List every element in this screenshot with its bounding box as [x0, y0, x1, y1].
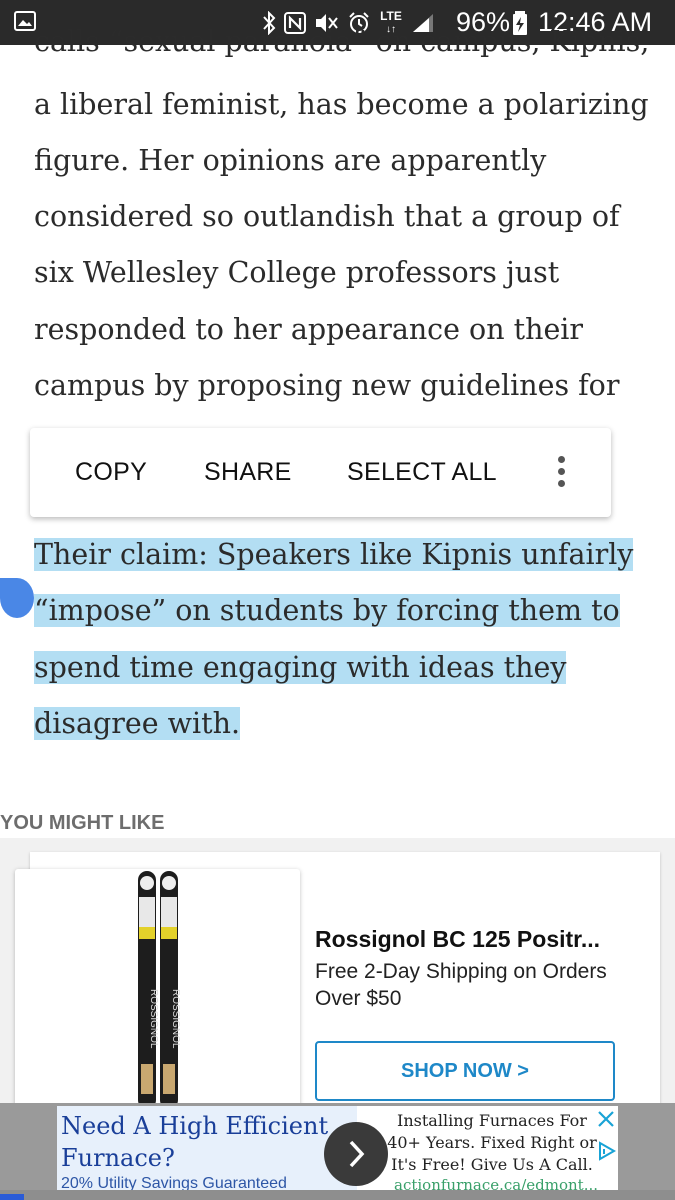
share-button[interactable]: SHARE	[204, 458, 292, 487]
lte-label: LTE	[380, 9, 402, 23]
ski-brand-text: ROSSIGNOL	[148, 989, 159, 1049]
banner-arrow-button[interactable]	[324, 1122, 388, 1186]
selected-text-line[interactable]: spend time engaging with ideas they	[34, 648, 567, 688]
selected-text[interactable]: Their claim: Speakers like Kipnis unfair…	[34, 538, 634, 571]
ski-brand-text: ROSSIGNOL	[170, 989, 181, 1049]
chevron-right-icon	[349, 1140, 365, 1168]
selection-handle[interactable]	[0, 578, 34, 618]
shop-now-button[interactable]: SHOP NOW >	[315, 1041, 615, 1101]
selected-text-line[interactable]: disagree with.	[34, 704, 241, 744]
copy-button[interactable]: COPY	[75, 458, 147, 487]
selected-text[interactable]: spend time engaging with ideas they	[34, 651, 567, 684]
ad-description: Free 2-Day Shipping on Orders Over $50	[315, 960, 607, 1010]
selected-text-line[interactable]: Their claim: Speakers like Kipnis unfair…	[34, 535, 634, 575]
selected-text[interactable]: disagree with.	[34, 707, 241, 740]
selected-text[interactable]: “impose” on students by forcing them to	[34, 594, 620, 627]
article-line: calls “sexual paranoia” on campus, Kipni…	[34, 25, 650, 58]
selected-text-line[interactable]: “impose” on students by forcing them to	[34, 591, 620, 631]
section-heading: YOU MIGHT LIKE	[0, 812, 165, 834]
banner-body: Installing Furnaces For 40+ Years. Fixed…	[387, 1111, 597, 1174]
bottom-strip-accent	[0, 1194, 24, 1200]
article-line: campus by proposing new guidelines for	[34, 369, 620, 402]
text-selection-menu: COPY SHARE SELECT ALL	[30, 428, 611, 517]
ad-title[interactable]: Rossignol BC 125 Positr...	[315, 926, 600, 953]
article-line: figure. Her opinions are apparently	[34, 144, 547, 177]
image-icon	[14, 11, 36, 31]
banner-ad-content[interactable]: Need A High Efficient Furnace? 20% Utili…	[57, 1106, 618, 1200]
select-all-button[interactable]: SELECT ALL	[347, 458, 497, 487]
bottom-strip	[0, 1190, 675, 1200]
ski-image: ROSSIGNOL ROSSIGNOL	[138, 871, 181, 1109]
article-line: a liberal feminist, has become a polariz…	[34, 88, 649, 121]
banner-ad[interactable]: Need A High Efficient Furnace? 20% Utili…	[0, 1103, 675, 1200]
article-line: six Wellesley College professors just	[34, 256, 560, 289]
article-line: considered so outlandish that a group of	[34, 200, 620, 233]
more-vert-icon[interactable]	[558, 456, 566, 488]
banner-headline[interactable]: Need A High Efficient Furnace?	[61, 1110, 351, 1174]
banner-left-panel: Need A High Efficient Furnace? 20% Utili…	[57, 1106, 357, 1200]
close-ad-icon[interactable]	[595, 1108, 617, 1130]
article-line: responded to her appearance on their	[34, 313, 584, 346]
adchoices-icon[interactable]	[595, 1140, 617, 1162]
